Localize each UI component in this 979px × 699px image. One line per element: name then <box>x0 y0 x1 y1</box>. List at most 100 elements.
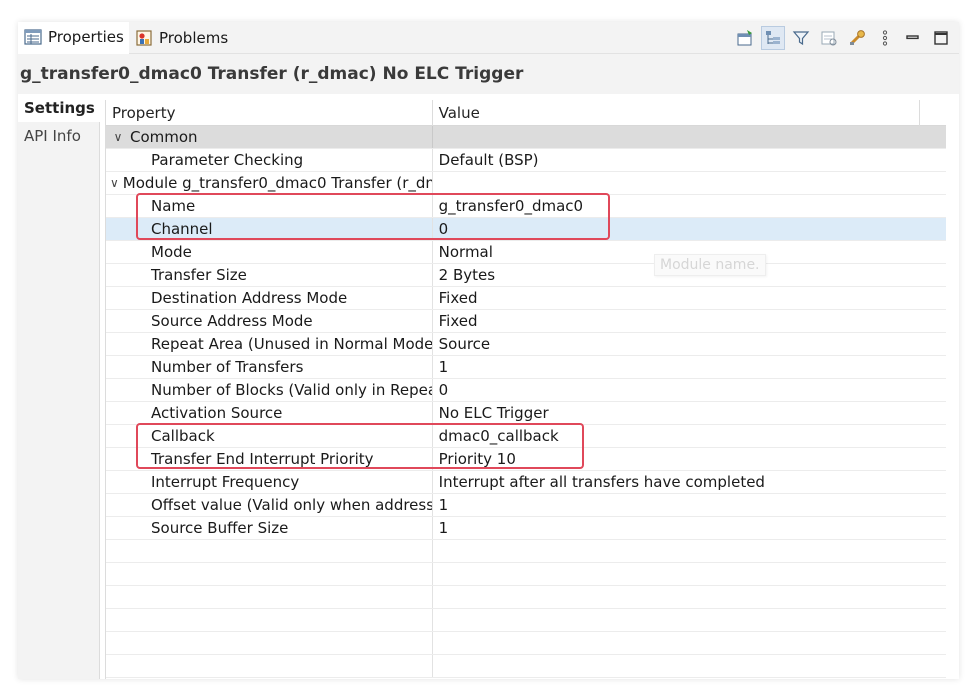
filler-cell <box>920 287 946 309</box>
table-row[interactable]: Source Address Mode Fixed <box>106 310 946 333</box>
empty-cell <box>433 540 921 562</box>
pin-view-icon[interactable] <box>733 26 757 50</box>
table-row[interactable]: Source Buffer Size 1 <box>106 517 946 540</box>
property-cell: ∨ Common <box>106 126 433 148</box>
filler-cell <box>920 494 946 516</box>
empty-row <box>106 563 946 586</box>
property-cell: Offset value (Valid only when address m <box>106 494 433 516</box>
property-cell: Activation Source <box>106 402 433 424</box>
table-row[interactable]: Activation Source No ELC Trigger <box>106 402 946 425</box>
value-cell[interactable]: 0 <box>433 379 920 401</box>
restore-defaults-icon[interactable] <box>845 26 869 50</box>
property-label: Number of Blocks (Valid only in Repeat <box>151 381 433 399</box>
value-cell[interactable]: Fixed <box>433 310 920 332</box>
value-cell[interactable]: No ELC Trigger <box>433 402 920 424</box>
table-row[interactable]: ∨ Module g_transfer0_dmac0 Transfer (r_dm <box>106 172 946 195</box>
chevron-down-icon[interactable]: ∨ <box>110 130 126 144</box>
filler-cell <box>920 126 946 148</box>
filler-cell <box>920 379 946 401</box>
empty-cell <box>106 609 433 631</box>
value-cell[interactable]: 1 <box>433 356 920 378</box>
filler-cell <box>920 218 946 240</box>
property-label: Module g_transfer0_dmac0 Transfer (r_dm <box>122 174 433 192</box>
value-cell <box>433 126 920 148</box>
sidetab-settings[interactable]: Settings <box>18 94 100 122</box>
property-cell: Destination Address Mode <box>106 287 433 309</box>
property-label: Number of Transfers <box>151 358 304 376</box>
property-label: Activation Source <box>151 404 283 422</box>
tab-problems[interactable]: Problems <box>129 22 239 54</box>
column-header-filler <box>920 100 946 126</box>
maximize-icon[interactable] <box>929 26 953 50</box>
filter-icon[interactable] <box>789 26 813 50</box>
view-tab-bar: Properties Problems <box>18 22 959 54</box>
table-row[interactable]: ∨ Common <box>106 126 946 149</box>
properties-view: Properties Problems g_transfer0_dmac0 Tr… <box>18 22 959 679</box>
property-label: Source Address Mode <box>151 312 313 330</box>
empty-cell <box>106 655 433 677</box>
table-row[interactable]: Destination Address Mode Fixed <box>106 287 946 310</box>
tooltip: Module name. <box>654 254 766 276</box>
table-row[interactable]: Offset value (Valid only when address m1 <box>106 494 946 517</box>
table-row[interactable]: Repeat Area (Unused in Normal Mode) Sourc… <box>106 333 946 356</box>
show-advanced-icon[interactable] <box>817 26 841 50</box>
problems-icon <box>135 30 153 46</box>
filler-cell <box>920 448 946 470</box>
filler-cell <box>920 241 946 263</box>
property-cell: Source Address Mode <box>106 310 433 332</box>
property-label: Repeat Area (Unused in Normal Mode) <box>151 335 433 353</box>
property-label: Parameter Checking <box>151 151 304 169</box>
property-cell: ∨ Module g_transfer0_dmac0 Transfer (r_dm <box>106 172 433 194</box>
filler-cell <box>920 471 946 493</box>
filler-cell <box>920 195 946 217</box>
table-row[interactable]: Transfer Size 2 Bytes <box>106 264 946 287</box>
chevron-down-icon[interactable]: ∨ <box>110 176 119 190</box>
tab-properties-label: Properties <box>48 28 124 46</box>
empty-row <box>106 655 946 678</box>
value-cell[interactable]: Source <box>433 333 920 355</box>
value-cell[interactable]: Default (BSP) <box>433 149 920 171</box>
sidetab-api-info[interactable]: API Info <box>18 122 99 150</box>
table-row[interactable]: Number of Blocks (Valid only in Repeat 0 <box>106 379 946 402</box>
filler-cell <box>920 425 946 447</box>
property-cell: Transfer Size <box>106 264 433 286</box>
tab-properties[interactable]: Properties <box>18 22 129 54</box>
filler-cell <box>920 149 946 171</box>
properties-icon <box>24 29 42 45</box>
empty-cell <box>106 586 433 608</box>
empty-cell <box>433 586 921 608</box>
column-header-value[interactable]: Value <box>433 100 921 126</box>
empty-row <box>106 609 946 632</box>
empty-cell <box>433 655 921 677</box>
view-menu-icon[interactable] <box>873 26 897 50</box>
empty-cell <box>433 609 921 631</box>
empty-row <box>106 632 946 655</box>
table-row[interactable]: Mode Normal <box>106 241 946 264</box>
empty-row <box>106 540 946 563</box>
show-categories-icon[interactable] <box>761 26 785 50</box>
value-cell[interactable]: 1 <box>433 517 920 539</box>
property-cell: Repeat Area (Unused in Normal Mode) <box>106 333 433 355</box>
empty-row <box>106 586 946 609</box>
property-cell: Number of Transfers <box>106 356 433 378</box>
value-cell[interactable]: Interrupt after all transfers have compl… <box>433 471 920 493</box>
table-row[interactable]: Number of Transfers 1 <box>106 356 946 379</box>
filler-cell <box>920 172 946 194</box>
highlight-box-name-channel <box>136 193 610 240</box>
view-toolbar <box>733 26 953 50</box>
table-row[interactable]: Interrupt Frequency Interrupt after all t… <box>106 471 946 494</box>
page-title: g_transfer0_dmac0 Transfer (r_dmac) No E… <box>20 64 524 84</box>
filler-cell <box>920 402 946 424</box>
value-cell[interactable]: Fixed <box>433 287 920 309</box>
property-cell: Interrupt Frequency <box>106 471 433 493</box>
empty-cell <box>106 540 433 562</box>
column-header-property[interactable]: Property <box>106 100 433 126</box>
side-tab-list: Settings API Info <box>18 94 100 679</box>
value-cell[interactable]: 1 <box>433 494 920 516</box>
property-label: Mode <box>151 243 192 261</box>
minimize-icon[interactable] <box>901 26 925 50</box>
property-cell: Source Buffer Size <box>106 517 433 539</box>
filler-cell <box>920 310 946 332</box>
table-row[interactable]: Parameter Checking Default (BSP) <box>106 149 946 172</box>
highlight-box-callback-priority <box>136 423 584 469</box>
